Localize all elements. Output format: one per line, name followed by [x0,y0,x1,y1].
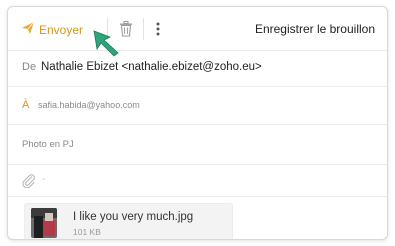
from-label: De [22,61,37,73]
to-label: À [22,99,30,111]
from-field[interactable]: Nathalie Ebizet <nathalie.ebizet@zoho.eu… [41,61,262,73]
to-field[interactable]: safia.habida@yahoo.com [38,100,140,110]
attachment-thumbnail [31,208,57,238]
toolbar-divider [143,18,144,40]
subject-field[interactable]: Photo en PJ [22,139,74,150]
send-icon [21,21,35,40]
attach-placeholder: - [42,174,46,185]
attachment-filesize: 101 KB [73,227,101,237]
attachment-filename: I like you very much.jpg [73,211,194,223]
attach-row: - [8,165,387,197]
from-row: De Nathalie Ebizet <nathalie.ebizet@zoho… [8,51,387,87]
compose-window: Envoyer Enregistrer le brouillon De Nath… [7,6,388,240]
to-row: À safia.habida@yahoo.com [8,87,387,125]
paperclip-icon[interactable] [22,174,36,188]
save-draft-button[interactable]: Enregistrer le brouillon [255,22,375,36]
more-options-button[interactable] [153,20,163,38]
attachment-chip[interactable]: I like you very much.jpg 101 KB [24,203,233,239]
send-button[interactable]: Envoyer [21,19,83,41]
subject-row: Photo en PJ [8,125,387,165]
send-label: Envoyer [39,23,84,37]
compose-toolbar: Envoyer Enregistrer le brouillon [8,7,387,57]
more-vertical-icon [156,22,160,36]
